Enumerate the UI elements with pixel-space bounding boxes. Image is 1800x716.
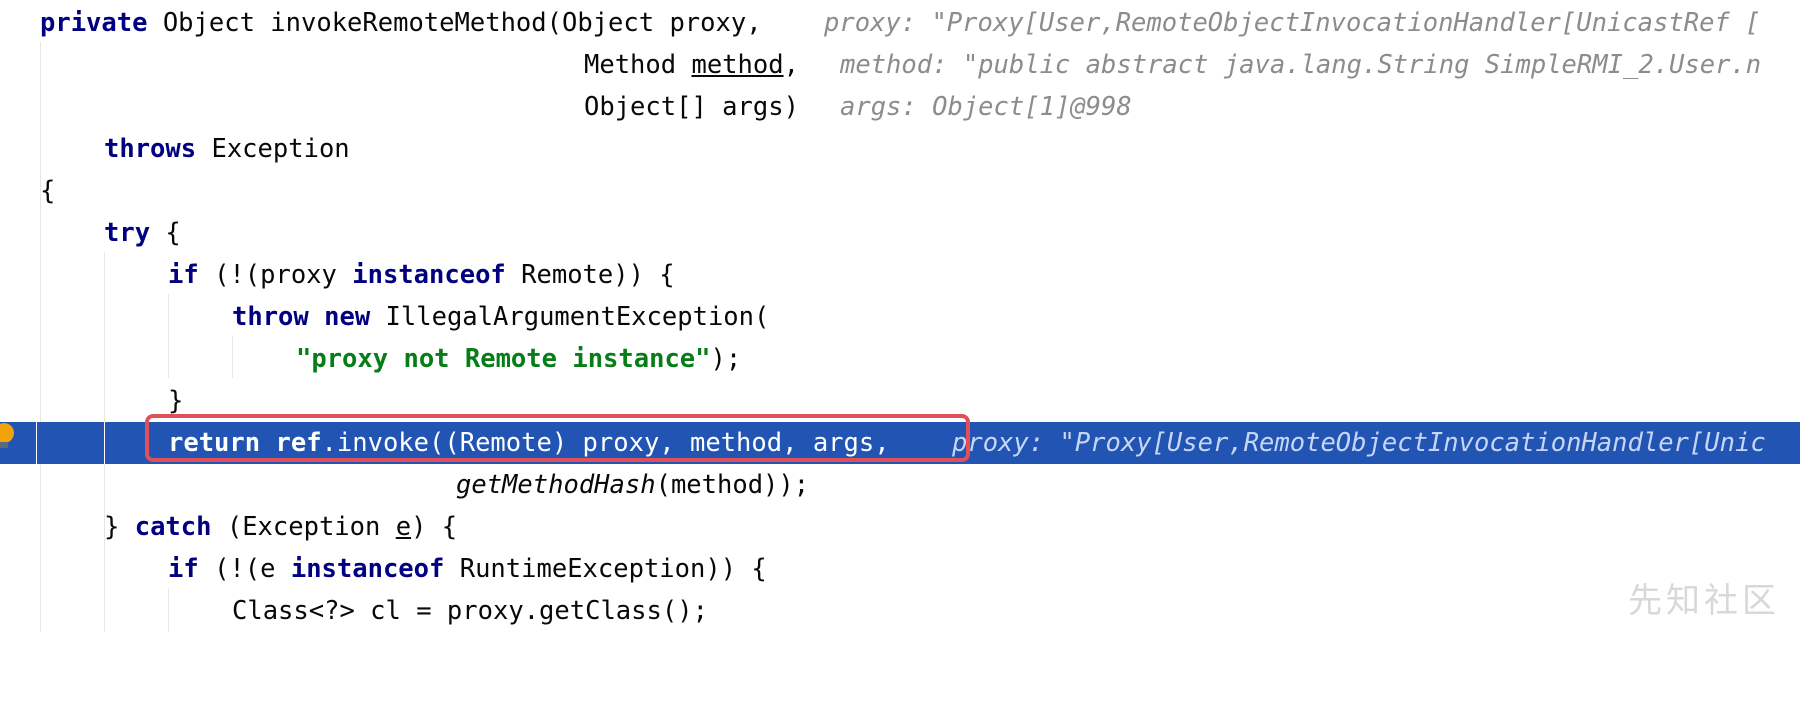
code-text: IllegalArgumentException( bbox=[370, 302, 770, 332]
code-line[interactable]: Class<?> cl = proxy.getClass(); bbox=[0, 590, 1800, 632]
code-line[interactable]: try { bbox=[0, 212, 1800, 254]
gutter-divider bbox=[36, 422, 37, 464]
watermark: 先知社区 bbox=[1628, 581, 1780, 621]
code-line[interactable]: throws Exception bbox=[0, 128, 1800, 170]
keyword: try bbox=[104, 218, 151, 248]
exception-type: Exception bbox=[196, 134, 350, 164]
keyword: instanceof bbox=[290, 554, 445, 584]
brace: } bbox=[104, 512, 135, 542]
code-line[interactable]: getMethodHash(method)); bbox=[0, 464, 1800, 506]
code-text: Class<?> cl = proxy.getClass(); bbox=[232, 596, 708, 626]
debug-inline-value: args: Object[1]@998 bbox=[840, 92, 1132, 122]
debug-inline-value: proxy: "Proxy[User,RemoteObjectInvocatio… bbox=[952, 428, 1766, 458]
keyword: catch bbox=[134, 512, 212, 542]
param-args: Object[] args) bbox=[584, 92, 799, 122]
param-type: Method bbox=[584, 50, 692, 80]
debug-inline-value: proxy: "Proxy[User,RemoteObjectInvocatio… bbox=[824, 8, 1761, 38]
brace: { bbox=[150, 218, 181, 248]
code-line[interactable]: Method method, method: "public abstract … bbox=[0, 44, 1800, 86]
annotation-highlight-box bbox=[145, 414, 970, 462]
brace: { bbox=[40, 176, 56, 206]
variable: e bbox=[395, 512, 412, 542]
keyword: instanceof bbox=[352, 260, 506, 290]
code-line[interactable]: Object[] args) args: Object[1]@998 bbox=[0, 86, 1800, 128]
code-text: ); bbox=[710, 344, 742, 374]
indent-guide bbox=[104, 422, 105, 464]
keyword: if bbox=[168, 554, 199, 584]
code-line[interactable]: if (!(e instanceof RuntimeException)) { bbox=[0, 548, 1800, 590]
code-text: (method)); bbox=[655, 470, 810, 500]
method-call: getMethodHash bbox=[456, 470, 656, 500]
code-line[interactable]: private Object invokeRemoteMethod(Object… bbox=[0, 2, 1800, 44]
keyword: throw bbox=[232, 302, 309, 332]
code-text: ) { bbox=[411, 512, 458, 542]
code-line[interactable]: { bbox=[0, 170, 1800, 212]
code-text: (Exception bbox=[211, 512, 396, 542]
param-name: method bbox=[691, 50, 784, 80]
code-text: (!(e bbox=[198, 554, 291, 584]
code-line[interactable]: } catch (Exception e) { bbox=[0, 506, 1800, 548]
code-line[interactable]: throw new IllegalArgumentException( bbox=[0, 296, 1800, 338]
keyword: new bbox=[324, 302, 371, 332]
keyword: if bbox=[168, 260, 199, 290]
code-text: RuntimeException)) { bbox=[444, 554, 767, 584]
punctuation: , bbox=[783, 50, 799, 80]
debug-inline-value: method: "public abstract java.lang.Strin… bbox=[840, 50, 1762, 80]
keyword: throws bbox=[104, 134, 197, 164]
string-literal: "proxy not Remote instance" bbox=[296, 344, 711, 374]
code-line[interactable]: if (!(proxy instanceof Remote)) { bbox=[0, 254, 1800, 296]
code-line[interactable]: "proxy not Remote instance"); bbox=[0, 338, 1800, 380]
keyword: private bbox=[40, 8, 148, 38]
code-editor[interactable]: private Object invokeRemoteMethod(Object… bbox=[0, 0, 1800, 632]
code-text: Remote)) { bbox=[505, 260, 675, 290]
code-text: (!(proxy bbox=[198, 260, 353, 290]
method-signature: Object invokeRemoteMethod(Object proxy, bbox=[147, 8, 762, 38]
